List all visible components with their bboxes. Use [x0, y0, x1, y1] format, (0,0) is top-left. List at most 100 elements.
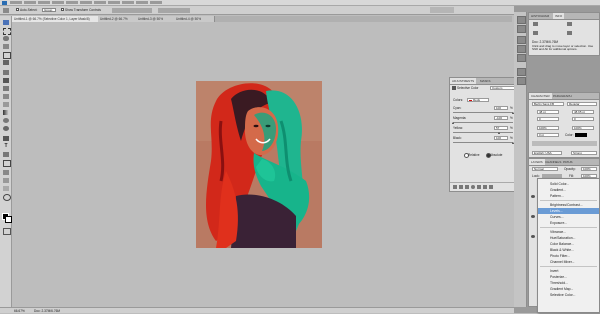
color-panel-icon[interactable]	[517, 36, 526, 44]
move-tool-icon[interactable]	[3, 20, 9, 25]
align-buttons[interactable]	[112, 8, 152, 13]
menu-help[interactable]	[150, 1, 162, 4]
menu-window[interactable]	[136, 1, 148, 4]
back-arrow-icon[interactable]	[453, 185, 457, 189]
expand-view-icon[interactable]	[459, 185, 463, 189]
magenta-slider[interactable]	[453, 122, 513, 123]
move-tool-icon[interactable]	[3, 8, 9, 13]
kerning-field[interactable]: 0	[537, 117, 559, 121]
transform-controls-checkbox[interactable]	[61, 8, 64, 11]
menu-filter[interactable]	[80, 1, 92, 4]
lasso-tool-icon[interactable]	[3, 36, 9, 41]
leading-field[interactable]: 48.65 pt	[572, 110, 594, 114]
preset-dropdown[interactable]: Custom	[490, 86, 516, 90]
3d-rotate-tool-icon[interactable]	[3, 170, 9, 175]
type-tool-icon[interactable]: T	[3, 144, 9, 149]
tab-paths[interactable]: PATHS	[561, 159, 575, 165]
gradient-tool-icon[interactable]	[3, 110, 9, 115]
black-slider[interactable]	[453, 142, 513, 143]
black-value-field[interactable]: 100	[494, 136, 508, 140]
pen-tool-icon[interactable]	[3, 136, 9, 141]
distribute-buttons[interactable]	[158, 8, 190, 13]
language-dropdown[interactable]: English: USA	[532, 151, 562, 155]
blend-mode-dropdown[interactable]: Normal	[532, 167, 558, 171]
crop-tool-icon[interactable]	[3, 52, 11, 59]
anti-alias-dropdown[interactable]: Strong	[571, 151, 597, 155]
styles-panel-icon[interactable]	[517, 54, 526, 62]
menu-file[interactable]	[10, 1, 22, 4]
adjustment-menu-item[interactable]: Exposure...	[538, 220, 599, 226]
eraser-tool-icon[interactable]	[3, 102, 9, 107]
healing-brush-tool-icon[interactable]	[3, 70, 9, 75]
clone-stamp-tool-icon[interactable]	[3, 86, 9, 91]
faux-style-buttons[interactable]	[532, 141, 597, 146]
background-color-swatch[interactable]	[5, 216, 12, 223]
absolute-label: Absolute	[490, 153, 503, 157]
document-image[interactable]	[196, 81, 322, 248]
tracking-field[interactable]: 0	[572, 117, 594, 121]
cyan-slider[interactable]	[453, 112, 513, 113]
menu-edit[interactable]	[24, 1, 36, 4]
layer-visibility-eye-icon[interactable]	[531, 235, 535, 238]
quick-select-tool-icon[interactable]	[3, 44, 9, 49]
brush-tool-icon[interactable]	[3, 78, 9, 83]
zoom-level[interactable]: 66.67%	[14, 308, 25, 314]
swatches-panel-icon[interactable]	[517, 45, 526, 53]
marquee-tool-icon[interactable]	[3, 28, 11, 35]
3d-camera-tool-icon[interactable]	[3, 178, 9, 183]
workspace-switcher[interactable]	[430, 7, 454, 13]
zoom-tool-icon[interactable]	[3, 194, 11, 201]
brush-panel-icon[interactable]	[517, 68, 526, 76]
baseline-shift-field[interactable]: 0 pt	[537, 133, 559, 137]
menu-view[interactable]	[122, 1, 134, 4]
font-size-field[interactable]: 48 pt	[537, 110, 559, 114]
menu-layer[interactable]	[52, 1, 64, 4]
history-panel-icon[interactable]	[517, 16, 526, 24]
trash-icon[interactable]	[489, 185, 493, 189]
layer-visibility-eye-icon[interactable]	[531, 215, 535, 218]
cyan-value-field[interactable]: 100	[494, 106, 508, 110]
adjustment-menu-item[interactable]: Pattern...	[538, 193, 599, 199]
menu-analysis[interactable]	[94, 1, 106, 4]
tab-adjustments[interactable]: ADJUSTMENTS	[450, 78, 477, 84]
view-previous-state-icon[interactable]	[477, 185, 481, 189]
tab-character[interactable]: CHARACTER	[529, 93, 552, 99]
text-color-swatch[interactable]	[575, 133, 587, 137]
tab-paragraph[interactable]: PARAGRAPH	[551, 93, 574, 99]
tab-histogram[interactable]: HISTOGRAM	[529, 13, 551, 19]
horizontal-scale-field[interactable]: 100%	[572, 126, 594, 130]
layer-visibility-eye-icon[interactable]	[531, 195, 535, 198]
shape-tool-icon[interactable]	[3, 160, 11, 167]
auto-select-dropdown[interactable]: Group	[42, 8, 56, 12]
path-selection-tool-icon[interactable]	[3, 152, 9, 157]
menu-image[interactable]	[38, 1, 50, 4]
vertical-scale-field[interactable]: 100%	[537, 126, 559, 130]
magenta-slider-thumb[interactable]	[451, 122, 454, 124]
actions-panel-icon[interactable]	[517, 25, 526, 33]
adjustment-menu-item[interactable]: Channel Mixer...	[538, 259, 599, 265]
blur-tool-icon[interactable]	[3, 118, 9, 123]
menu-select[interactable]	[66, 1, 78, 4]
tab-masks[interactable]: MASKS	[478, 78, 493, 84]
hand-tool-icon[interactable]	[3, 186, 9, 191]
yellow-slider[interactable]	[453, 132, 513, 133]
adjustment-menu-item[interactable]: Selective Color...	[538, 292, 599, 298]
dodge-tool-icon[interactable]	[3, 126, 9, 131]
clip-to-layer-icon[interactable]	[465, 185, 469, 189]
clone-source-panel-icon[interactable]	[517, 77, 526, 85]
opacity-field[interactable]: 100%	[581, 167, 597, 171]
magenta-value-field[interactable]: -100	[494, 116, 508, 120]
menu-3d[interactable]	[108, 1, 120, 4]
history-brush-tool-icon[interactable]	[3, 94, 9, 99]
yellow-value-field[interactable]: 57	[494, 126, 508, 130]
visibility-eye-icon[interactable]	[471, 185, 475, 189]
eyedropper-tool-icon[interactable]	[3, 60, 9, 65]
tab-info[interactable]: INFO	[553, 13, 565, 19]
font-family-dropdown[interactable]: Berlin Sans FB	[532, 102, 564, 106]
font-style-dropdown[interactable]: Regular	[567, 102, 597, 106]
auto-select-checkbox[interactable]	[16, 8, 19, 11]
colors-dropdown[interactable]: Reds	[467, 98, 489, 102]
reset-icon[interactable]	[483, 185, 487, 189]
yellow-slider-thumb[interactable]	[498, 132, 501, 134]
quick-mask-icon[interactable]	[3, 228, 11, 235]
